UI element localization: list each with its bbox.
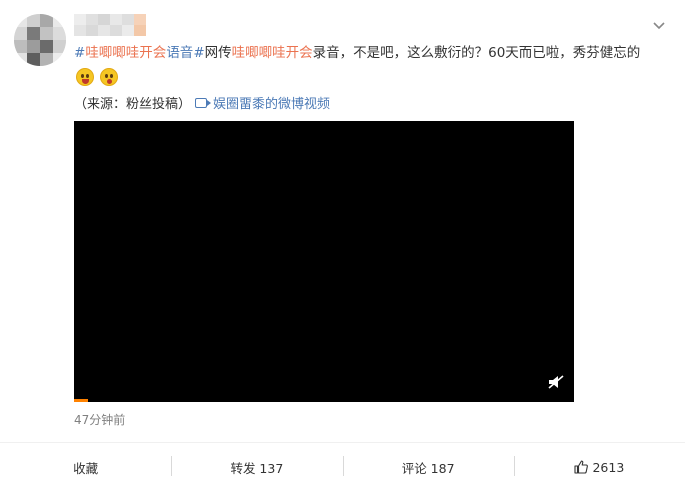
post-timestamp[interactable]: 47分钟前: [74, 411, 125, 428]
favorite-button[interactable]: 收藏: [0, 450, 171, 484]
video-source-text[interactable]: 娱圈畱黍的微博视频: [213, 93, 330, 112]
scared-emoji-icon: [76, 68, 94, 86]
avatar[interactable]: [14, 14, 66, 66]
inline-topic-link[interactable]: 哇唧唧哇开会: [232, 45, 313, 61]
like-button[interactable]: 2613: [513, 450, 685, 484]
post-text-segment: 网传: [204, 45, 232, 61]
comment-label: 评论 187: [401, 460, 455, 476]
thumbs-up-icon: [574, 460, 589, 474]
weibo-post-card: #哇唧唧哇开会语音#网传哇唧唧哇开会录音，不是吧，这么敷衍的？60天而已啦，秀芬…: [0, 0, 685, 484]
emoji-row: [76, 68, 118, 88]
topic-link-part2[interactable]: 语音: [166, 45, 193, 61]
chevron-down-icon[interactable]: [651, 18, 667, 34]
hashtag-mark[interactable]: #: [193, 45, 204, 61]
video-source-link[interactable]: 娱圈畱黍的微博视频: [195, 93, 330, 112]
repost-button[interactable]: 转发 137: [171, 450, 342, 484]
divider: [0, 442, 685, 443]
mute-icon[interactable]: [548, 375, 564, 389]
video-player[interactable]: [74, 121, 574, 402]
post-text: #哇唧唧哇开会语音#网传哇唧唧哇开会录音，不是吧，这么敷衍的？60天而已啦，秀芬…: [74, 42, 670, 64]
post-text-segment: 录音，不是吧，这么敷衍的？60天而已啦，秀芬健忘的: [312, 45, 641, 61]
favorite-label: 收藏: [73, 460, 99, 476]
video-progress-bar[interactable]: [74, 399, 88, 402]
source-row: （来源：粉丝投稿） 娱圈畱黍的微博视频: [74, 93, 330, 112]
comment-button[interactable]: 评论 187: [342, 450, 514, 484]
action-bar: 收藏 转发 137 评论 187 2613: [0, 450, 685, 484]
nickname-mosaic[interactable]: [74, 14, 150, 36]
video-icon: [195, 97, 212, 108]
source-label: （来源：粉丝投稿）: [74, 97, 192, 112]
like-count: 2613: [592, 459, 625, 475]
repost-label: 转发 137: [230, 460, 284, 476]
surprised-emoji-icon: [100, 68, 118, 86]
hashtag-mark[interactable]: #: [74, 45, 85, 61]
topic-link-part1[interactable]: 哇唧唧哇开会: [85, 45, 166, 61]
